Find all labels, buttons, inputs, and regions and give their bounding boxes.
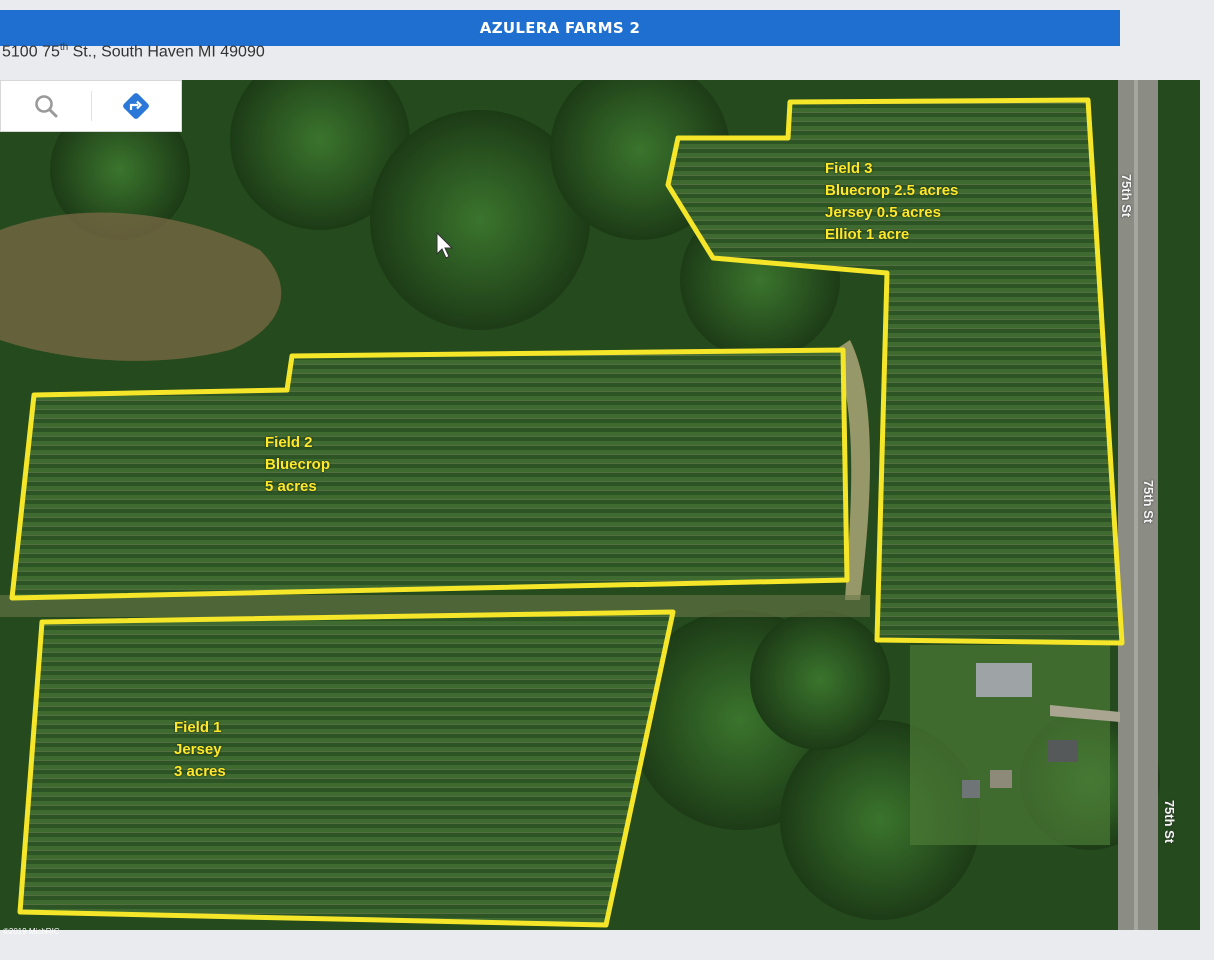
road-label: 75th St	[1162, 799, 1178, 844]
search-button[interactable]	[1, 81, 91, 131]
road-label: 75th St	[1141, 479, 1157, 524]
directions-icon	[123, 93, 150, 119]
shed	[990, 770, 1012, 788]
field-1-label: Field 1 Jersey 3 acres	[174, 719, 226, 780]
mouse-cursor-icon	[436, 232, 454, 259]
road-label: 75th St	[1119, 173, 1135, 218]
field-1-crop-rows	[20, 612, 673, 925]
map-copyright: ©2019 MichRIC	[3, 927, 60, 936]
directions-button[interactable]	[92, 81, 182, 131]
search-icon	[34, 95, 58, 118]
outbuilding	[1048, 740, 1078, 762]
map-title: AZULERA FARMS 2	[479, 19, 641, 37]
field-3-label: Field 3 Bluecrop 2.5 acres Jersey 0.5 ac…	[825, 160, 959, 243]
property-address: 5100 75th St., South Haven MI 49090	[2, 42, 265, 61]
aerial-map-canvas	[0, 80, 1200, 930]
field-2-label: Field 2 Bluecrop 5 acres	[265, 434, 331, 495]
house-roof	[976, 663, 1032, 697]
map-title-bar: AZULERA FARMS 2	[0, 10, 1120, 46]
map-toolbox	[0, 80, 182, 132]
shed	[962, 780, 980, 798]
aerial-map[interactable]	[0, 80, 1200, 930]
